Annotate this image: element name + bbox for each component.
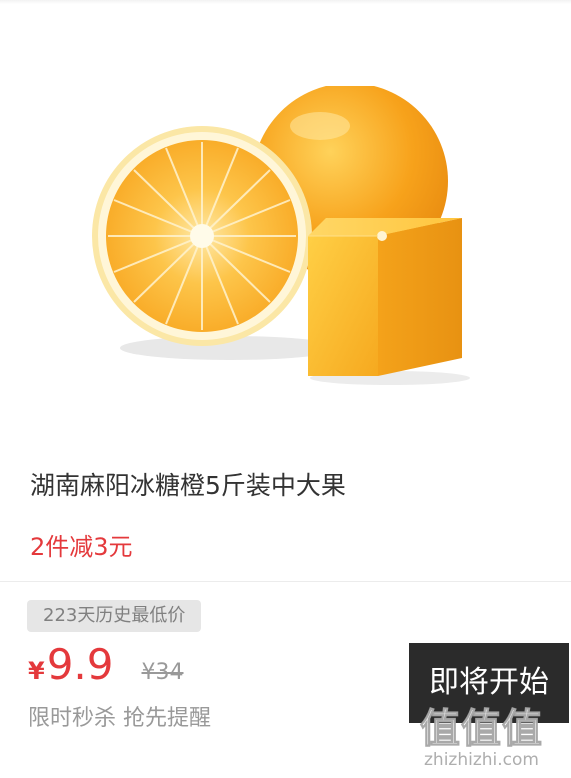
flash-sale-note: 限时秒杀 抢先提醒 [28,706,211,731]
product-card[interactable]: 湖南麻阳冰糖橙5斤装中大果 2件减3元 223天历史最低价 ¥9.9 ¥34 限时… [0,0,571,778]
history-low-badge: 223天历史最低价 [27,600,202,632]
top-edge [0,0,571,4]
watermark-url: zhizhizhi.com [424,750,539,770]
product-image[interactable] [90,86,480,386]
current-price: 9.9 [46,640,114,689]
product-title[interactable]: 湖南麻阳冰糖橙5斤装中大果 [30,466,346,502]
price-row: ¥9.9 ¥34 [28,640,184,696]
currency-symbol: ¥ [28,657,45,685]
promo-label: 2件减3元 [30,533,133,561]
coming-soon-button[interactable]: 即将开始 [409,643,569,723]
divider [0,581,571,582]
original-price: ¥34 [141,660,184,685]
